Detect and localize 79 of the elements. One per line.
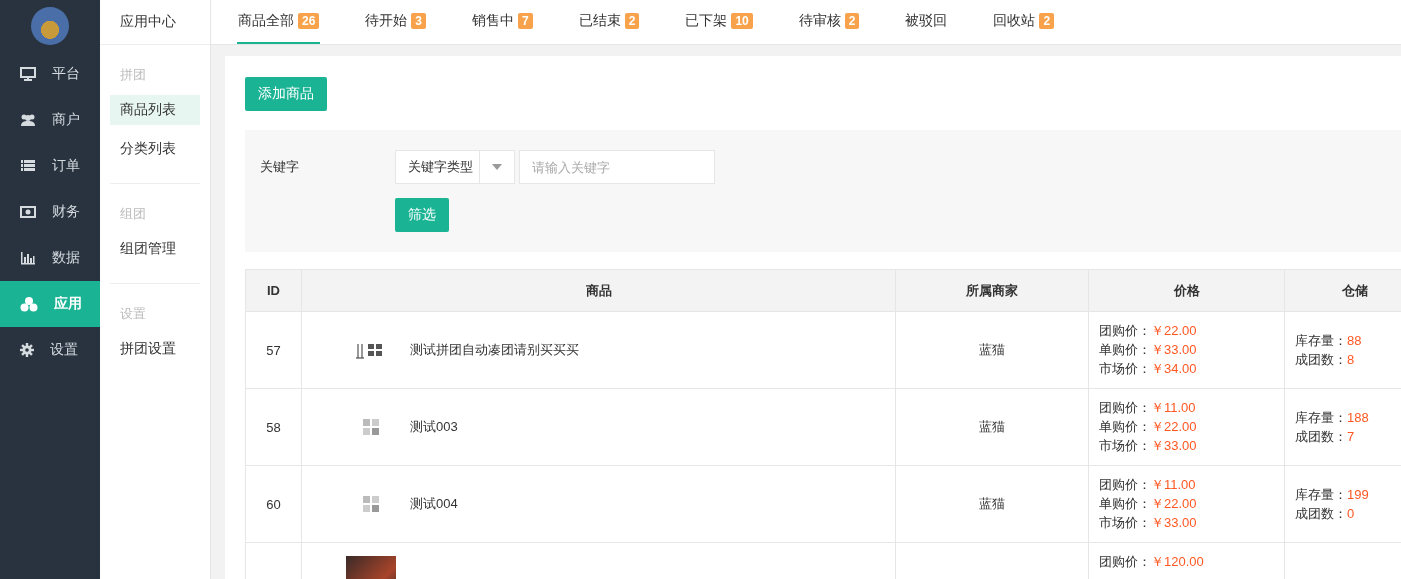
- count-badge: 2: [624, 13, 640, 29]
- price-line: 单购价：￥22.00: [1099, 418, 1198, 436]
- column-header: ID: [245, 269, 302, 312]
- nav-item[interactable]: 平台: [0, 51, 100, 97]
- nav-item[interactable]: 订单: [0, 143, 100, 189]
- keyword-type-select[interactable]: 关键字类型: [395, 150, 515, 184]
- keyword-input[interactable]: 请输入关键字: [519, 150, 715, 184]
- stock-line: 库存量：199: [1295, 486, 1370, 504]
- product-name: 测试004: [410, 495, 458, 513]
- price-line: 市场价：￥34.00: [1099, 360, 1198, 378]
- section-title: 应用中心: [100, 0, 210, 45]
- table-cell: 蓝猫: [895, 465, 1089, 543]
- tab[interactable]: 被驳回: [904, 0, 949, 44]
- stock-line: 成团数：7: [1295, 428, 1356, 446]
- count-badge: 2: [1039, 13, 1055, 29]
- logo-avatar: [31, 7, 69, 45]
- submenu-item[interactable]: 拼团设置: [110, 334, 200, 364]
- count-badge: 26: [298, 13, 320, 29]
- group-heading: 组团: [119, 205, 147, 223]
- tab[interactable]: 回收站 2: [992, 0, 1056, 44]
- tab-label: 待审核: [798, 12, 841, 30]
- monitor-icon: [20, 67, 36, 81]
- count-badge: 7: [518, 13, 533, 29]
- tab-label: 销售中: [472, 12, 515, 30]
- tab[interactable]: 已结束 2: [577, 0, 641, 44]
- tab[interactable]: 已下架 10: [684, 0, 754, 44]
- table-cell: 57: [245, 311, 302, 389]
- gear-icon: [20, 343, 34, 357]
- price-line: 团购价：￥120.00: [1099, 553, 1205, 571]
- group-heading: 拼团: [119, 66, 147, 84]
- column-header: 所属商家: [895, 269, 1089, 312]
- list-icon: [20, 159, 36, 173]
- nav-item[interactable]: 数据: [0, 235, 100, 281]
- count-badge: 3: [411, 13, 427, 29]
- nav-item[interactable]: 设置: [0, 327, 100, 373]
- stock-line: 库存量：88: [1295, 332, 1363, 350]
- caret-icon: [492, 164, 502, 170]
- count-badge: 10: [731, 13, 753, 29]
- tab[interactable]: 销售中 7: [471, 0, 534, 44]
- group-heading: 设置: [119, 305, 147, 323]
- count-badge: 2: [844, 13, 860, 29]
- table-cell: 蓝猫: [895, 311, 1089, 389]
- column-header: 价格: [1088, 269, 1285, 312]
- column-header: 仓储: [1284, 269, 1401, 312]
- tab-label: 已结束: [578, 12, 621, 30]
- users-icon: [20, 113, 36, 127]
- price-line: 团购价：￥11.00: [1099, 399, 1197, 417]
- tab-label: 被驳回: [905, 12, 948, 30]
- price-line: 市场价：￥33.00: [1099, 514, 1198, 532]
- table-cell: 58: [245, 388, 302, 466]
- money-icon: [20, 206, 36, 218]
- table-cell: 蓝猫: [895, 388, 1089, 466]
- stock-line: 成团数：8: [1295, 351, 1356, 369]
- price-line: 市场价：￥33.00: [1099, 437, 1198, 455]
- nav-item[interactable]: 财务: [0, 189, 100, 235]
- column-header: 商品: [301, 269, 896, 312]
- price-line: 单购价：￥33.00: [1099, 341, 1198, 359]
- price-line: 团购价：￥22.00: [1099, 322, 1198, 340]
- chart-icon: [20, 251, 36, 265]
- tab[interactable]: 商品全部 26: [237, 0, 321, 44]
- table-cell: 60: [245, 465, 302, 543]
- tab-label: 回收站: [993, 12, 1036, 30]
- nav-item[interactable]: 商户: [0, 97, 100, 143]
- price-line: 单购价：￥22.00: [1099, 495, 1198, 513]
- submenu-item[interactable]: 组团管理: [110, 234, 200, 264]
- stock-line: 库存量：188: [1295, 409, 1370, 427]
- product-name: 测试003: [410, 418, 458, 436]
- submenu-item[interactable]: 商品列表: [110, 95, 200, 125]
- tab[interactable]: 待开始 3: [364, 0, 428, 44]
- stock-line: 成团数：0: [1295, 505, 1356, 523]
- tab-label: 已下架: [685, 12, 728, 30]
- cubes-icon: [20, 296, 38, 312]
- product-name: 测试拼团自动凑团请别买买买: [410, 341, 579, 359]
- tab-label: 商品全部: [238, 12, 294, 30]
- tab[interactable]: 待审核 2: [797, 0, 861, 44]
- price-line: 团购价：￥11.00: [1099, 476, 1197, 494]
- tab-label: 待开始: [365, 12, 408, 30]
- submenu-item[interactable]: 分类列表: [110, 134, 200, 164]
- filter-label: 关键字: [260, 158, 300, 176]
